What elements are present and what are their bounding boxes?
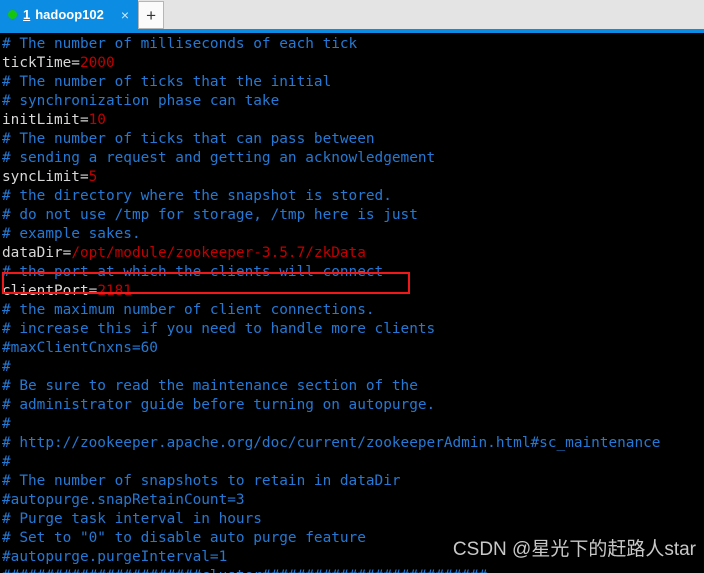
comment-text: #	[2, 416, 11, 432]
terminal-text-content: # The number of milliseconds of each tic…	[2, 35, 660, 573]
terminal-line: #######################cluster##########…	[2, 567, 660, 573]
config-value: 10	[88, 112, 106, 128]
comment-text: #maxClientCnxns=60	[2, 340, 158, 356]
comment-text: # The number of ticks that can pass betw…	[2, 131, 375, 147]
terminal-line: # administrator guide before turning on …	[2, 396, 660, 415]
terminal-tab-hadoop102[interactable]: 1 hadoop102 ×	[0, 0, 139, 29]
terminal-line: #maxClientCnxns=60	[2, 339, 660, 358]
comment-text: #autopurge.purgeInterval=1	[2, 549, 228, 565]
config-key: tickTime=	[2, 55, 80, 71]
terminal-viewport[interactable]: # The number of milliseconds of each tic…	[0, 33, 704, 573]
comment-text: # Set to "0" to disable auto purge featu…	[2, 530, 366, 546]
comment-text: # The number of milliseconds of each tic…	[2, 36, 358, 52]
csdn-watermark: CSDN @星光下的赶路人star	[452, 539, 696, 560]
terminal-line: syncLimit=5	[2, 168, 660, 187]
terminal-line: # increase this if you need to handle mo…	[2, 320, 660, 339]
comment-text: # sending a request and getting an ackno…	[2, 150, 436, 166]
config-key: clientPort=	[2, 283, 98, 299]
terminal-line: #	[2, 453, 660, 472]
terminal-line: # the directory where the snapshot is st…	[2, 187, 660, 206]
terminal-line: # The number of ticks that can pass betw…	[2, 130, 660, 149]
terminal-line: #	[2, 358, 660, 377]
terminal-line: #autopurge.snapRetainCount=3	[2, 491, 660, 510]
comment-text: # http://zookeeper.apache.org/doc/curren…	[2, 435, 661, 451]
tab-title-label: hadoop102	[35, 7, 104, 22]
terminal-line: # Be sure to read the maintenance sectio…	[2, 377, 660, 396]
comment-text: #	[2, 454, 11, 470]
tab-index-label: 1	[23, 7, 31, 22]
comment-text: #autopurge.snapRetainCount=3	[2, 492, 245, 508]
comment-text: # The number of snapshots to retain in d…	[2, 473, 401, 489]
comment-text: #######################cluster##########…	[2, 568, 487, 573]
terminal-line: # Purge task interval in hours	[2, 510, 660, 529]
terminal-line: initLimit=10	[2, 111, 660, 130]
config-key: syncLimit=	[2, 169, 89, 185]
terminal-line: # sending a request and getting an ackno…	[2, 149, 660, 168]
comment-text: # the maximum number of client connectio…	[2, 302, 375, 318]
tab-bar: 1 hadoop102 × +	[0, 0, 704, 33]
terminal-line: tickTime=2000	[2, 54, 660, 73]
terminal-line: clientPort=2181	[2, 282, 660, 301]
terminal-line: # The number of ticks that the initial	[2, 73, 660, 92]
close-icon[interactable]: ×	[118, 8, 132, 22]
terminal-line: # example sakes.	[2, 225, 660, 244]
connection-status-dot	[8, 10, 17, 19]
terminal-line: # the port at which the clients will con…	[2, 263, 660, 282]
terminal-line: #	[2, 415, 660, 434]
comment-text: # increase this if you need to handle mo…	[2, 321, 436, 337]
comment-text: # Purge task interval in hours	[2, 511, 262, 527]
comment-text: # example sakes.	[2, 226, 141, 242]
comment-text: # administrator guide before turning on …	[2, 397, 436, 413]
config-value: /opt/module/zookeeper-3.5.7/zkData	[71, 245, 366, 261]
config-value: 2181	[97, 283, 132, 299]
terminal-line: # the maximum number of client connectio…	[2, 301, 660, 320]
terminal-line: # http://zookeeper.apache.org/doc/curren…	[2, 434, 660, 453]
terminal-line: # The number of milliseconds of each tic…	[2, 35, 660, 54]
comment-text: # The number of ticks that the initial	[2, 74, 332, 90]
comment-text: # do not use /tmp for storage, /tmp here…	[2, 207, 418, 223]
comment-text: # the port at which the clients will con…	[2, 264, 384, 280]
terminal-line: # The number of snapshots to retain in d…	[2, 472, 660, 491]
terminal-line: dataDir=/opt/module/zookeeper-3.5.7/zkDa…	[2, 244, 660, 263]
terminal-line: # synchronization phase can take	[2, 92, 660, 111]
config-key: dataDir=	[2, 245, 72, 261]
comment-text: # Be sure to read the maintenance sectio…	[2, 378, 418, 394]
comment-text: # synchronization phase can take	[2, 93, 280, 109]
comment-text: # the directory where the snapshot is st…	[2, 188, 392, 204]
tab-strip: 1 hadoop102 × +	[0, 0, 704, 29]
new-tab-button[interactable]: +	[138, 1, 165, 29]
comment-text: #	[2, 359, 11, 375]
config-key: initLimit=	[2, 112, 89, 128]
terminal-line: # do not use /tmp for storage, /tmp here…	[2, 206, 660, 225]
config-value: 2000	[79, 55, 115, 71]
config-value: 5	[88, 169, 98, 185]
